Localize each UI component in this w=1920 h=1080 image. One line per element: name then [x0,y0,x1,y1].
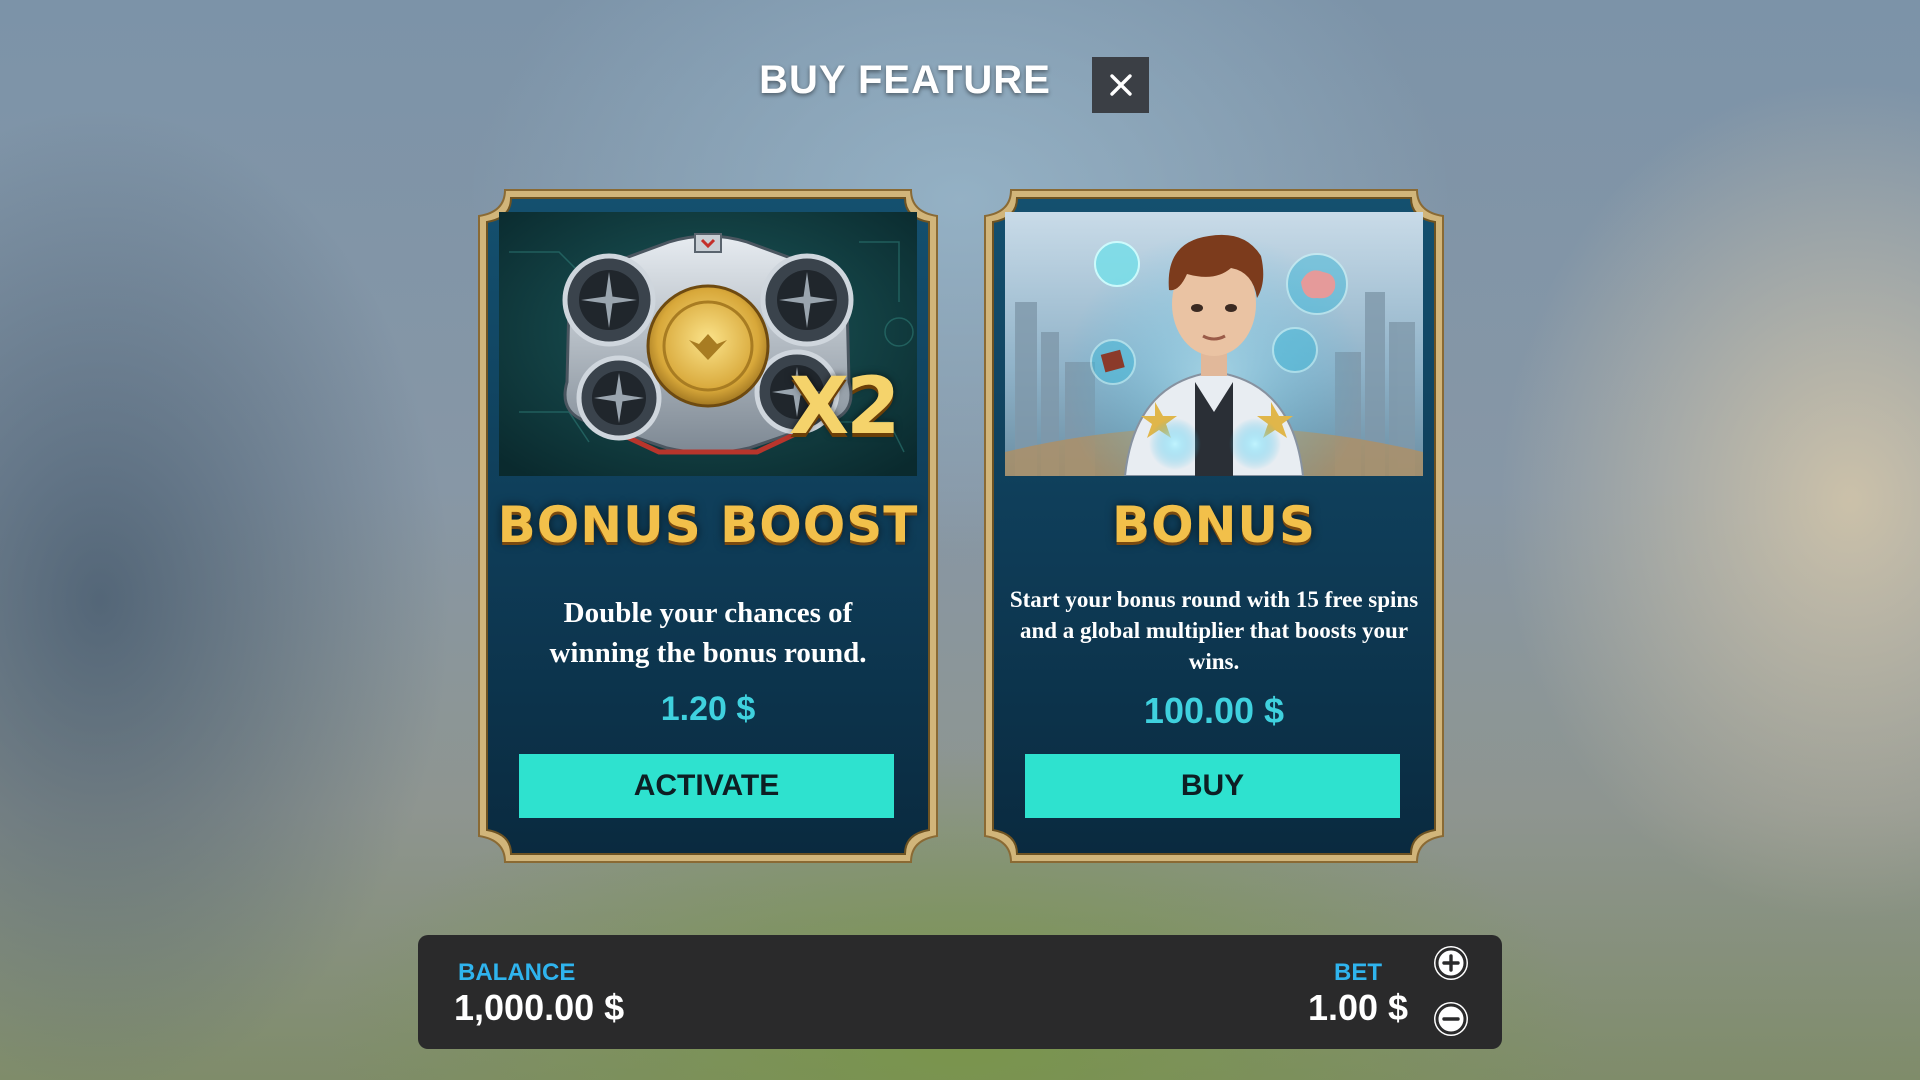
buy-button[interactable]: BUY [1025,754,1400,818]
close-button[interactable] [1092,57,1149,113]
bonus-boost-price: 1.20 $ [660,690,756,728]
bonus-card: BONUS Start your bonus round with 15 fre… [983,188,1445,864]
bet-label: BET [1334,959,1382,986]
bonus-price: 100.00 $ [1143,690,1285,731]
bonus-heading: BONUS [1111,496,1317,554]
plus-icon [1435,947,1467,979]
balance-bet-bar: BALANCE 1,000.00 $ BET 1.00 $ [418,935,1502,1049]
activate-button[interactable]: ACTIVATE [519,754,894,818]
bonus-boost-card: X2 BONUS BOOST Double your chances of wi… [477,188,939,864]
drone-x2-image: X2 [499,212,917,476]
bonus-boost-description: Double your chances of winning the bonus… [549,597,867,669]
increase-bet-button[interactable] [1434,946,1468,980]
bonus-boost-heading: BONUS BOOST [497,496,919,554]
space-cadet-image [1005,212,1423,476]
balance-value: 1,000.00 $ [454,987,625,1028]
x2-badge: X2 [789,362,900,452]
buy-feature-title: BUY FEATURE [759,58,1051,102]
decrease-bet-button[interactable] [1434,1002,1468,1036]
bonus-description: Start your bonus round with 15 free spin… [1009,587,1419,674]
minus-icon [1435,1003,1467,1035]
close-icon [1109,74,1132,96]
balance-label: BALANCE [458,959,576,986]
